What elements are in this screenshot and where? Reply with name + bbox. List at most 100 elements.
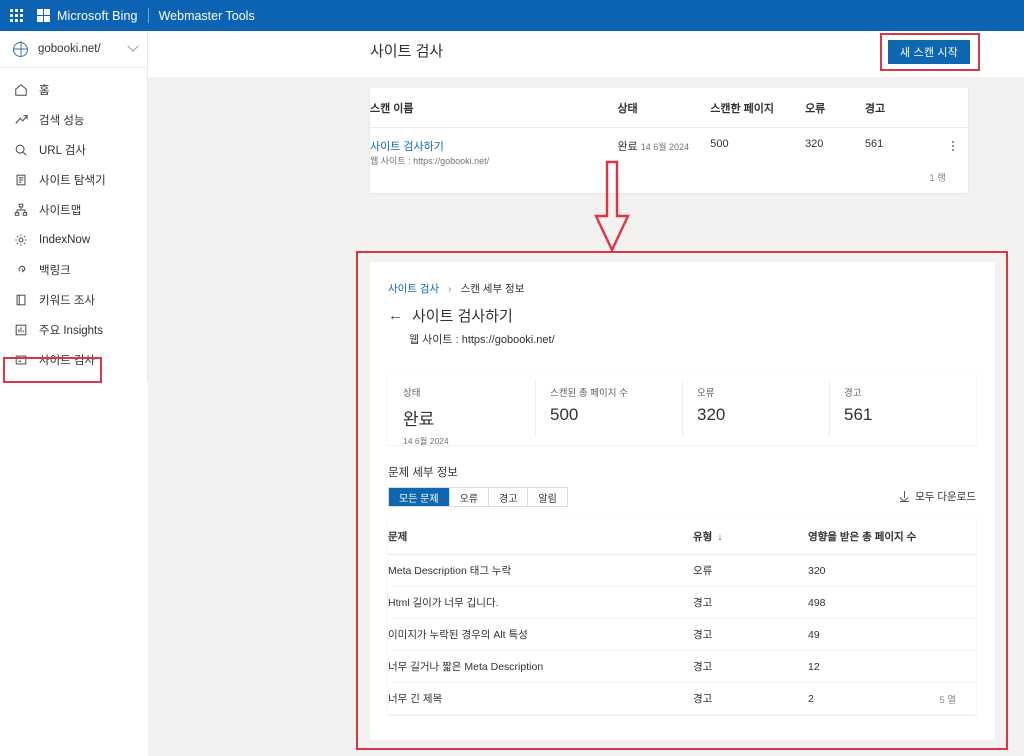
pages-scanned-value: 500 — [710, 138, 729, 150]
issue-type: 경고 — [693, 586, 808, 619]
download-all-label: 모두 다운로드 — [915, 491, 976, 503]
column-errors[interactable]: 오류 — [805, 88, 865, 128]
chevron-down-icon[interactable] — [127, 40, 139, 52]
column-pages-scanned[interactable]: 스캔한 페이지 — [710, 88, 806, 128]
sidebar-item-label: 주요 Insights — [39, 325, 103, 337]
sidebar: gobooki.net/ 홈 검색 성능 URL 검사 사이트 탐색기 사이트맵… — [0, 31, 148, 381]
scan-name-link[interactable]: 사이트 검사하기 — [370, 138, 617, 154]
trending-up-icon — [13, 113, 28, 128]
issue-row-count: 5 열 — [939, 695, 956, 706]
tab-all-issues[interactable]: 모든 문제 — [389, 488, 450, 506]
tab-notices[interactable]: 알림 — [528, 488, 567, 506]
sidebar-item-top-insights[interactable]: 주요 Insights — [0, 315, 147, 345]
scan-table: 스캔 이름 상태 스캔한 페이지 오류 경고 사이트 검사하기 웹 사이트 : … — [370, 88, 968, 179]
site-name-label: gobooki.net/ — [38, 43, 101, 55]
sitemap-icon — [13, 203, 28, 218]
brand-divider — [147, 8, 149, 23]
back-arrow-icon[interactable]: ← — [388, 308, 403, 323]
stat-label: 경고 — [844, 388, 862, 399]
breadcrumb-current: 스캔 세부 정보 — [460, 283, 525, 295]
table-row[interactable]: 사이트 검사하기 웹 사이트 : https://gobooki.net/ 완료… — [370, 128, 968, 180]
page-title: 사이트 검사 — [370, 43, 444, 60]
new-scan-button[interactable]: 새 스캔 시작 — [888, 40, 970, 64]
scan-name-cell: 사이트 검사하기 웹 사이트 : https://gobooki.net/ — [370, 128, 617, 180]
more-vertical-icon[interactable] — [937, 138, 968, 151]
site-selector[interactable]: gobooki.net/ — [0, 31, 147, 68]
column-affected-pages[interactable]: 영향을 받은 총 페이지 수 — [808, 518, 976, 555]
errors-value: 320 — [805, 138, 824, 150]
stat-label: 스캔된 총 페이지 수 — [550, 388, 628, 399]
stat-card-status: 상태 완료 14 6월 2024 — [388, 373, 535, 446]
issue-count: 12 — [808, 650, 976, 683]
scan-list-card: 스캔 이름 상태 스캔한 페이지 오류 경고 사이트 검사하기 웹 사이트 : … — [370, 88, 968, 193]
sidebar-item-label: 사이트 탐색기 — [39, 175, 106, 187]
warnings-value: 561 — [864, 138, 884, 150]
issue-name: Html 길이가 너무 깁니다. — [388, 586, 693, 619]
scan-row-count: 1 행 — [929, 173, 946, 184]
issue-table-card: 문제 유형 ↓ 영향을 받은 총 페이지 수 Meta Description 태… — [388, 518, 976, 715]
stat-card-errors: 오류 320 — [682, 373, 829, 445]
stat-value: 완료 — [403, 410, 435, 429]
stat-card-warnings: 경고 561 — [829, 373, 976, 445]
book-icon — [13, 293, 28, 308]
sort-descending-icon[interactable]: ↓ — [717, 532, 722, 543]
breadcrumb-parent-link[interactable]: 사이트 검사 — [388, 283, 439, 295]
clipboard-icon — [13, 173, 28, 188]
column-status[interactable]: 상태 — [617, 88, 711, 128]
sidebar-item-sitemaps[interactable]: 사이트맵 — [0, 195, 147, 225]
breadcrumb: 사이트 검사 › 스캔 세부 정보 — [388, 281, 524, 296]
sidebar-item-search-performance[interactable]: 검색 성능 — [0, 105, 147, 135]
sidebar-item-label: 홈 — [39, 85, 50, 97]
table-row[interactable]: 이미지가 누락된 경우의 Alt 특성 경고 49 — [388, 618, 976, 651]
column-type-label: 유형 — [693, 531, 713, 543]
product-label: Webmaster Tools — [158, 8, 255, 23]
detail-title-row: ← 사이트 검사하기 — [388, 305, 513, 326]
sidebar-item-home[interactable]: 홈 — [0, 75, 147, 105]
table-row[interactable]: 너무 긴 제목 경고 2 — [388, 682, 976, 715]
sidebar-item-label: IndexNow — [39, 234, 91, 246]
sidebar-item-label: 사이트맵 — [39, 205, 82, 217]
app-launcher-icon[interactable] — [10, 8, 24, 23]
sidebar-item-label: 키워드 조사 — [39, 295, 96, 307]
tab-errors[interactable]: 오류 — [449, 488, 489, 506]
column-issue[interactable]: 문제 — [388, 518, 693, 555]
issue-table: 문제 유형 ↓ 영향을 받은 총 페이지 수 Meta Description 태… — [388, 518, 976, 715]
sidebar-item-site-scan[interactable]: 사이트 검사 — [0, 345, 147, 375]
sidebar-item-label: 검색 성능 — [39, 115, 85, 127]
column-scan-name[interactable]: 스캔 이름 — [370, 88, 618, 128]
stat-cards: 상태 완료 14 6월 2024 스캔된 총 페이지 수 500 오류 320 … — [388, 373, 976, 446]
column-actions — [937, 88, 968, 128]
sidebar-item-keyword-research[interactable]: 키워드 조사 — [0, 285, 147, 315]
stat-value: 500 — [550, 405, 579, 424]
stat-value: 561 — [844, 405, 873, 424]
stat-date: 14 6월 2024 — [403, 436, 449, 446]
stat-card-total-pages: 스캔된 총 페이지 수 500 — [535, 373, 682, 445]
issue-count: 49 — [808, 618, 976, 651]
sidebar-item-site-explorer[interactable]: 사이트 탐색기 — [0, 165, 147, 195]
home-icon — [13, 83, 28, 98]
download-all-button[interactable]: 모두 다운로드 — [900, 489, 976, 504]
scan-website-label: 웹 사이트 : https://gobooki.net/ — [370, 156, 490, 166]
table-row[interactable]: Html 길이가 너무 깁니다. 경고 498 — [388, 586, 976, 619]
issue-name: 너무 긴 제목 — [388, 682, 693, 715]
top-bar: Microsoft Bing Webmaster Tools — [0, 0, 1024, 31]
table-row[interactable]: 너무 길거나 짧은 Meta Description 경고 12 — [388, 650, 976, 683]
column-warnings[interactable]: 경고 — [864, 88, 938, 128]
site-scan-icon — [13, 353, 28, 368]
table-row[interactable]: Meta Description 태그 누락 오류 320 — [388, 554, 976, 587]
sidebar-item-label: 백링크 — [39, 265, 71, 277]
status-value: 완료 — [617, 141, 638, 153]
sidebar-item-backlinks[interactable]: 백링크 — [0, 255, 147, 285]
column-type[interactable]: 유형 ↓ — [693, 518, 808, 555]
tab-warnings[interactable]: 경고 — [489, 488, 529, 506]
breadcrumb-separator: › — [448, 283, 452, 295]
gear-icon — [13, 233, 28, 248]
sidebar-item-url-inspection[interactable]: URL 검사 — [0, 135, 147, 165]
issue-table-header-row: 문제 유형 ↓ 영향을 받은 총 페이지 수 — [388, 518, 976, 555]
scan-date: 14 6월 2024 — [640, 142, 690, 152]
sidebar-item-indexnow[interactable]: IndexNow — [0, 225, 147, 255]
issue-count: 320 — [808, 554, 976, 587]
detail-title: 사이트 검사하기 — [412, 308, 513, 325]
down-arrow-annotation — [590, 160, 634, 255]
globe-icon — [13, 41, 28, 57]
